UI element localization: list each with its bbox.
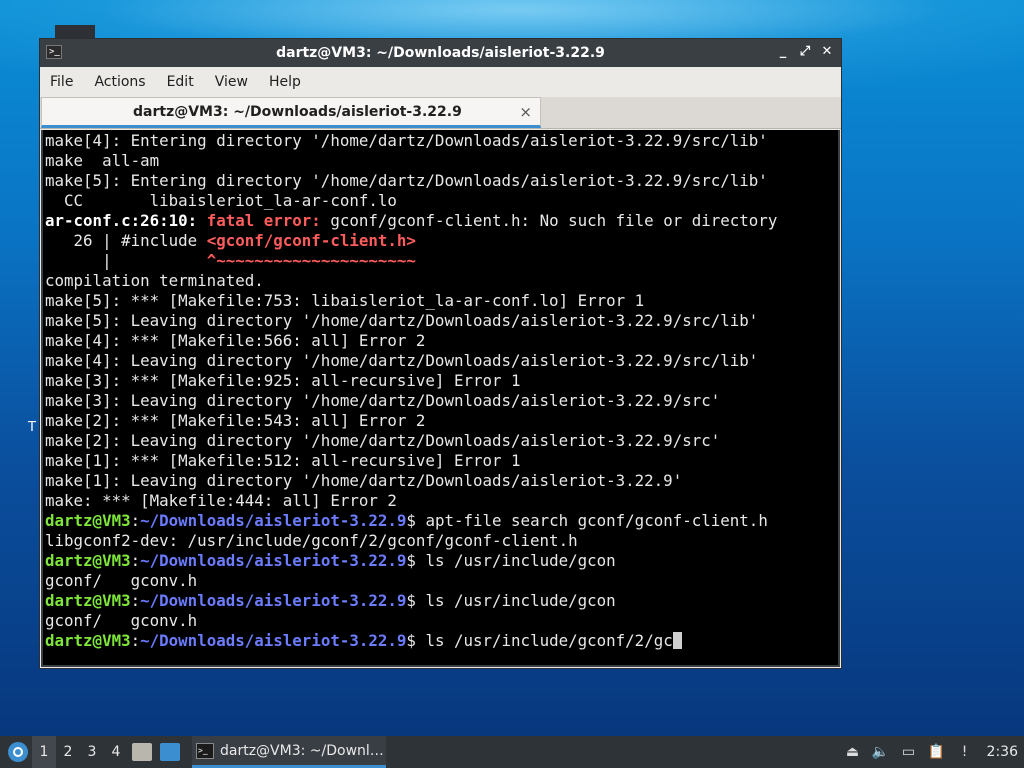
terminal-prompt-line: dartz@VM3:~/Downloads/aisleriot-3.22.9$ … [45, 511, 768, 530]
prompt-command: ls /usr/include/gcon [415, 591, 616, 610]
task-label: dartz@VM3: ~/Downl… [220, 742, 384, 759]
caret-prefix: | [45, 251, 207, 270]
error-message: gconf/gconf-client.h: No such file or di… [320, 211, 778, 230]
prompt-path: ~/Downloads/aisleriot-3.22.9 [140, 631, 407, 650]
terminal-caret-line: | ^~~~~~~~~~~~~~~~~~~~~~ [45, 251, 836, 271]
terminal-prompt-line: dartz@VM3:~/Downloads/aisleriot-3.22.9$ … [45, 591, 616, 610]
terminal-line: make[3]: *** [Makefile:925: all-recursiv… [45, 371, 521, 390]
app-menu-icon [8, 742, 28, 762]
taskbar-task-terminal[interactable]: >_ dartz@VM3: ~/Downl… [192, 736, 386, 768]
terminal-line: make[3]: Leaving directory '/home/dartz/… [45, 391, 721, 410]
terminal-error-line: ar-conf.c:26:10: fatal error: gconf/gcon… [45, 211, 836, 231]
prompt-user: dartz@VM3 [45, 631, 131, 650]
desktop-window-fragment [55, 25, 95, 39]
text-cursor [672, 632, 682, 649]
menu-bar: File Actions Edit View Help [40, 67, 841, 97]
terminal-line: gconf/ gconv.h [45, 571, 198, 590]
terminal-line: make[1]: *** [Makefile:512: all-recursiv… [45, 451, 521, 470]
terminal-line: make[5]: *** [Makefile:753: libaisleriot… [45, 291, 645, 310]
menu-view[interactable]: View [215, 74, 248, 90]
menu-help[interactable]: Help [269, 74, 301, 90]
error-label: fatal error: [206, 211, 321, 230]
terminal-prompt-line: dartz@VM3:~/Downloads/aisleriot-3.22.9$ … [45, 631, 836, 651]
terminal-line: compilation terminated. [45, 271, 264, 290]
terminal-line: gconf/ gconv.h [45, 611, 198, 630]
tab-terminal[interactable]: dartz@VM3: ~/Downloads/aisleriot-3.22.9 … [41, 97, 541, 128]
terminal-output[interactable]: make[4]: Entering directory '/home/dartz… [41, 130, 840, 667]
prompt-command: ls /usr/include/gcon [415, 551, 616, 570]
desktop-side-text: T [28, 420, 36, 435]
clipboard-icon[interactable]: 📋 [928, 743, 946, 761]
terminal-line: make[1]: Leaving directory '/home/dartz/… [45, 471, 683, 490]
terminal-line: make all-am [45, 151, 160, 170]
terminal-line: make[5]: Entering directory '/home/dartz… [45, 171, 768, 190]
file-manager-icon[interactable] [132, 743, 152, 761]
menu-actions[interactable]: Actions [94, 74, 145, 90]
terminal-line: make[5]: Leaving directory '/home/dartz/… [45, 311, 759, 330]
tab-close-icon[interactable]: × [519, 103, 532, 121]
include-file: <gconf/gconf-client.h> [206, 231, 416, 250]
terminal-icon: >_ [196, 742, 214, 759]
clock[interactable]: 2:36 [987, 744, 1018, 760]
menu-edit[interactable]: Edit [167, 74, 194, 90]
show-desktop-icon[interactable] [160, 743, 180, 761]
system-tray: ⏏ 🔈 ▭ 📋 ! 2:36 [839, 736, 1024, 768]
prompt-user: dartz@VM3 [45, 511, 131, 530]
tab-title: dartz@VM3: ~/Downloads/aisleriot-3.22.9 [133, 103, 462, 120]
tab-bar: dartz@VM3: ~/Downloads/aisleriot-3.22.9 … [40, 97, 841, 129]
terminal-line: CC libaisleriot_la-ar-conf.lo [45, 191, 397, 210]
prompt-path: ~/Downloads/aisleriot-3.22.9 [140, 551, 407, 570]
terminal-line: libgconf2-dev: /usr/include/gconf/2/gcon… [45, 531, 578, 550]
terminal-line: make[2]: Leaving directory '/home/dartz/… [45, 431, 721, 450]
terminal-include-line: 26 | #include <gconf/gconf-client.h> [45, 231, 836, 251]
include-prefix: 26 | #include [45, 231, 207, 250]
terminal-icon: >_ [46, 45, 62, 59]
maximize-button[interactable]: ⤢ [799, 44, 811, 59]
network-icon[interactable]: ▭ [900, 743, 918, 761]
window-controls: _ ⤢ ✕ [777, 44, 833, 59]
start-menu-button[interactable] [4, 738, 32, 766]
taskbar: 1 2 3 4 >_ dartz@VM3: ~/Downl… ⏏ 🔈 ▭ 📋 !… [0, 736, 1024, 768]
window-title: dartz@VM3: ~/Downloads/aisleriot-3.22.9 [276, 45, 605, 61]
caret-marker: ^~~~~~~~~~~~~~~~~~~~~~ [206, 251, 416, 270]
workspace-1[interactable]: 1 [32, 736, 56, 768]
prompt-path: ~/Downloads/aisleriot-3.22.9 [140, 591, 407, 610]
eject-icon[interactable]: ⏏ [844, 743, 862, 761]
minimize-button[interactable]: _ [777, 44, 789, 59]
window-titlebar[interactable]: >_ dartz@VM3: ~/Downloads/aisleriot-3.22… [40, 39, 841, 67]
terminal-prompt-line: dartz@VM3:~/Downloads/aisleriot-3.22.9$ … [45, 551, 616, 570]
terminal-window: >_ dartz@VM3: ~/Downloads/aisleriot-3.22… [39, 38, 842, 669]
terminal-line: make[4]: Entering directory '/home/dartz… [45, 131, 768, 150]
prompt-command: apt-file search gconf/gconf-client.h [415, 511, 768, 530]
close-button[interactable]: ✕ [821, 44, 833, 59]
terminal-line: make[2]: *** [Makefile:543: all] Error 2 [45, 411, 426, 430]
workspace-3[interactable]: 3 [80, 744, 104, 760]
workspace-4[interactable]: 4 [104, 744, 128, 760]
error-location: ar-conf.c:26:10: [45, 211, 198, 230]
workspace-2[interactable]: 2 [56, 744, 80, 760]
prompt-path: ~/Downloads/aisleriot-3.22.9 [140, 511, 407, 530]
volume-icon[interactable]: 🔈 [872, 743, 890, 761]
terminal-line: make: *** [Makefile:444: all] Error 2 [45, 491, 397, 510]
prompt-user: dartz@VM3 [45, 591, 131, 610]
terminal-line: make[4]: Leaving directory '/home/dartz/… [45, 351, 759, 370]
terminal-line: make[4]: *** [Makefile:566: all] Error 2 [45, 331, 426, 350]
prompt-user: dartz@VM3 [45, 551, 131, 570]
menu-file[interactable]: File [50, 74, 73, 90]
update-icon[interactable]: ! [956, 743, 974, 761]
prompt-command: ls /usr/include/gconf/2/gc [415, 631, 673, 650]
